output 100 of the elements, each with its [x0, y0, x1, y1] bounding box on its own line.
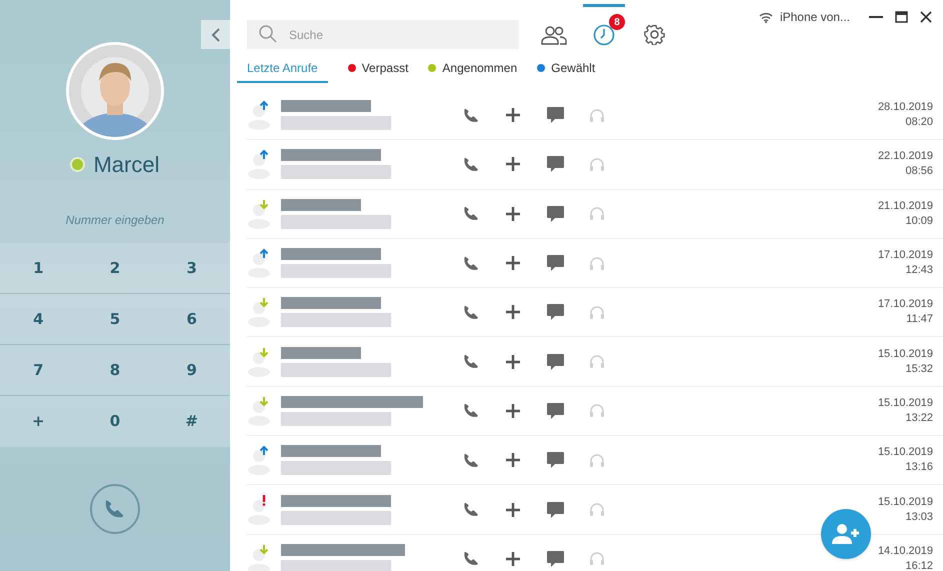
- call-date: 22.10.2019: [878, 149, 933, 164]
- message-button[interactable]: [545, 352, 565, 372]
- filter-tab[interactable]: Letzte Anrufe: [237, 59, 328, 83]
- keypad-key[interactable]: 9: [153, 345, 230, 396]
- phone-icon: [462, 452, 480, 469]
- keypad-key[interactable]: 2: [76, 243, 154, 294]
- call-date: 15.10.2019: [878, 396, 933, 411]
- settings-icon: [644, 24, 664, 45]
- plus-icon: [506, 502, 520, 517]
- call-date: 17.10.2019: [878, 248, 933, 264]
- filter-tab[interactable]: Angenommen: [428, 59, 518, 83]
- headphones-icon: [589, 206, 605, 222]
- plus-icon: [506, 157, 520, 172]
- plus-icon: [506, 404, 520, 418]
- keypad-key[interactable]: 6: [153, 294, 230, 345]
- call-time: 08:56: [905, 164, 933, 180]
- headphones-icon: [589, 452, 605, 468]
- keypad-key[interactable]: 3: [153, 243, 230, 294]
- plus-icon: [506, 256, 520, 270]
- clock-icon: [593, 24, 615, 46]
- phone-icon: [462, 156, 480, 173]
- call-time: 11:47: [906, 312, 933, 328]
- headphones-icon: [589, 156, 605, 172]
- headphones-icon: [589, 256, 605, 271]
- chat-bubble-icon: [546, 156, 564, 172]
- keypad-key[interactable]: 8: [76, 345, 154, 396]
- phone-icon: [104, 498, 126, 520]
- filter-tab[interactable]: Gewählt: [537, 59, 596, 83]
- call-time: 16:12: [905, 558, 933, 571]
- chat-bubble-icon: [546, 354, 564, 370]
- keypad-key[interactable]: #: [153, 396, 230, 447]
- message-button[interactable]: [545, 500, 565, 520]
- phone-icon: [462, 106, 480, 124]
- add-person-icon: [832, 523, 860, 545]
- call-date: 15.10.2019: [878, 346, 933, 362]
- headphones-icon: [589, 354, 605, 370]
- call-time: 10:09: [905, 214, 933, 229]
- maximize-icon: [894, 11, 908, 23]
- device-name: iPhone von...: [780, 9, 850, 26]
- chat-bubble-icon: [546, 452, 564, 468]
- call-date: 15.10.2019: [878, 494, 933, 510]
- message-button[interactable]: [545, 253, 565, 274]
- wifi-icon: [758, 12, 773, 22]
- chevron-left-icon: [210, 28, 220, 42]
- keypad-key[interactable]: 4: [0, 294, 77, 345]
- headphones-icon: [589, 502, 605, 518]
- message-button[interactable]: [545, 450, 565, 470]
- call-time: 12:43: [905, 263, 933, 278]
- chat-bubble-icon: [546, 255, 564, 272]
- message-button[interactable]: [545, 154, 565, 174]
- keypad-key[interactable]: 7: [0, 345, 77, 396]
- chat-bubble-icon: [546, 502, 564, 518]
- plus-icon: [506, 354, 520, 369]
- phone-icon: [462, 254, 480, 272]
- call-date: 17.10.2019: [878, 297, 933, 312]
- keypad-key[interactable]: 1: [0, 243, 77, 294]
- active-tab-indicator: [583, 4, 625, 7]
- history-tab[interactable]: [592, 22, 616, 46]
- contact-avatar-icon: [247, 153, 271, 180]
- number-input[interactable]: Nummer eingeben: [15, 211, 215, 229]
- message-button[interactable]: [545, 105, 565, 126]
- collapse-button[interactable]: [201, 20, 230, 49]
- people-icon: [541, 24, 567, 44]
- call-date: 15.10.2019: [878, 445, 933, 460]
- contact-avatar-icon: [247, 449, 271, 476]
- message-button[interactable]: [545, 302, 565, 322]
- call-date: 28.10.2019: [878, 100, 933, 116]
- call-date: 21.10.2019: [878, 198, 933, 214]
- phone-icon: [462, 402, 480, 420]
- keypad-key[interactable]: 5: [76, 294, 154, 345]
- headphones-icon: [589, 551, 605, 566]
- phone-icon: [462, 501, 480, 518]
- call-time: 13:03: [905, 510, 933, 525]
- chat-bubble-icon: [546, 107, 564, 124]
- add-contact-button[interactable]: [821, 509, 871, 559]
- plus-icon: [506, 305, 520, 320]
- call-time: 13:22: [905, 410, 933, 426]
- message-button[interactable]: [545, 400, 565, 421]
- call-time: 13:16: [905, 460, 933, 476]
- message-button[interactable]: [545, 204, 565, 224]
- headphones-icon: [589, 403, 605, 418]
- contact-avatar-icon: [247, 252, 271, 278]
- plus-icon: [506, 453, 520, 468]
- keypad-key[interactable]: 0: [76, 396, 154, 447]
- message-button[interactable]: [545, 548, 565, 569]
- phone-icon: [462, 304, 480, 321]
- call-time: 08:20: [905, 115, 933, 130]
- search-icon: [259, 25, 277, 43]
- phone-icon: [462, 550, 480, 568]
- close-icon: [920, 11, 932, 23]
- plus-icon: [506, 108, 520, 122]
- contact-avatar-icon: [247, 548, 271, 571]
- minimize-icon: [869, 16, 883, 18]
- keypad-key[interactable]: +: [0, 396, 77, 447]
- contact-avatar-icon: [247, 498, 271, 525]
- user-name: Marcel: [93, 151, 160, 179]
- call-date: 14.10.2019: [878, 544, 933, 559]
- contact-avatar-icon: [247, 350, 271, 377]
- filter-tab[interactable]: Verpasst: [348, 59, 408, 83]
- search-field[interactable]: Suche: [247, 20, 519, 49]
